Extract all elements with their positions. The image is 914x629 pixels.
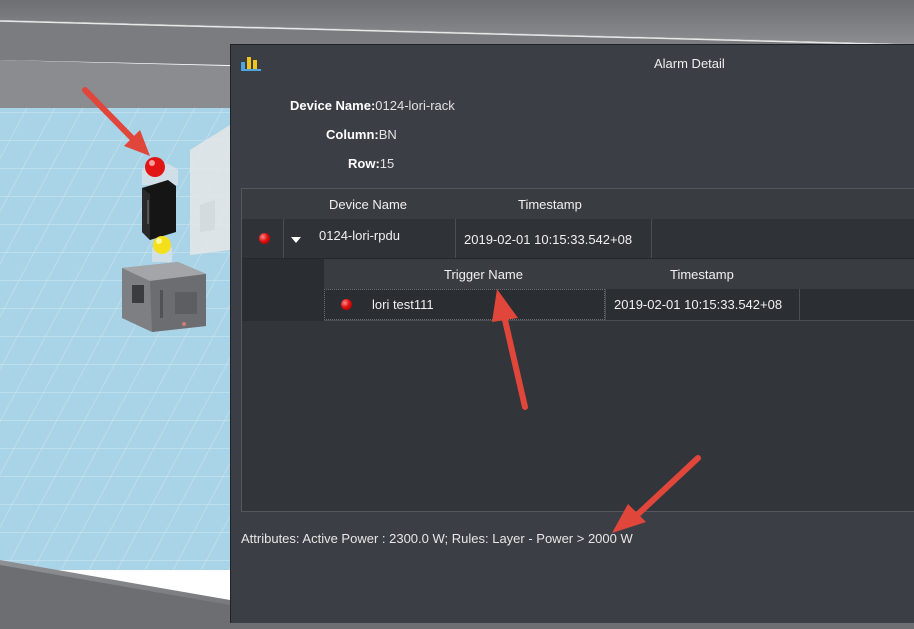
red-status-led-icon [341,299,352,310]
trigger-table-header: Trigger Name Timestamp [324,259,914,290]
dialog-title: Alarm Detail [654,56,725,71]
alarm-table: Device Name Timestamp 0124-lori-rpdu 201… [241,188,914,512]
row-value: 15 [379,156,395,171]
trigger-row-focus [324,289,605,320]
column-label: Column: [326,127,379,142]
device-name-label: Device Name: [290,98,376,113]
yellow-warning-beacon [153,236,171,254]
alarm-row-timestamp: 2019-02-01 10:15:33.542+08 [464,232,633,247]
alarm-detail-dialog: Alarm Detail Device Name:0124-lori-rack … [230,44,914,623]
trigger-row[interactable]: lori test111 2019-02-01 10:15:33.542+08 [324,289,914,321]
column-header-timestamp[interactable]: Timestamp [518,197,582,212]
row-label: Row: [348,156,380,171]
alarm-row-device-name: 0124-lori-rpdu [319,228,400,243]
trigger-row-timestamp: 2019-02-01 10:15:33.542+08 [614,297,783,312]
dialog-titlebar: Alarm Detail [231,45,914,81]
trigger-detail-table: Trigger Name Timestamp lori test111 2019… [324,259,914,321]
detail-indent [242,259,324,321]
column-header-device-name[interactable]: Device Name [329,197,407,212]
trigger-row-name: lori test111 [372,297,434,312]
column-info: Column:BN [326,127,397,142]
column-header-trigger-timestamp[interactable]: Timestamp [670,267,734,282]
column-header-trigger-name[interactable]: Trigger Name [444,267,523,282]
alarm-row[interactable]: 0124-lori-rpdu 2019-02-01 10:15:33.542+0… [242,219,914,259]
alarm-table-header: Device Name Timestamp [242,189,914,220]
expand-caret-icon[interactable] [291,237,301,243]
chart-bar-icon [241,57,261,71]
device-name-value: 0124-lori-rack [375,98,455,113]
device-name-info: Device Name:0124-lori-rack [290,98,455,113]
red-alarm-beacon [145,157,165,177]
attributes-text: Attributes: Active Power : 2300.0 W; Rul… [241,531,633,546]
row-info: Row:15 [348,156,394,171]
red-status-led-icon [259,233,270,244]
cabinet-model [122,262,206,332]
column-value: BN [378,127,397,142]
